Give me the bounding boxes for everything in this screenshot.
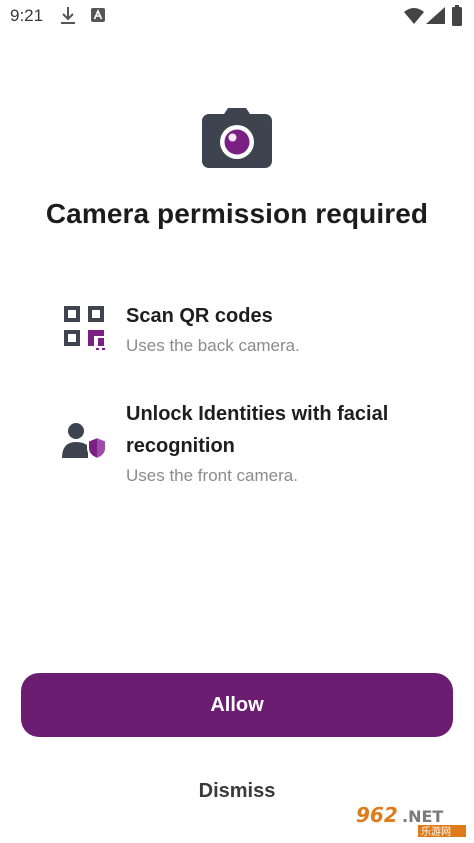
download-icon (60, 6, 76, 31)
status-bar: 9:21 (0, 0, 474, 32)
a-icon (90, 6, 106, 29)
feature-title: Scan QR codes (126, 305, 273, 327)
feature-text: Scan QR codes Uses the back camera. (126, 300, 434, 358)
signal-icon (426, 7, 446, 30)
feature-title: Unlock Identities with facial recognitio… (126, 403, 389, 457)
allow-button[interactable]: Allow (21, 673, 453, 737)
feature-subtitle: Uses the back camera. (126, 336, 300, 355)
wifi-icon (404, 7, 424, 30)
page-title: Camera permission required (45, 198, 429, 229)
status-time: 9:21 (10, 6, 44, 25)
dismiss-button[interactable]: Dismiss (137, 770, 337, 812)
user-shield-icon (62, 422, 108, 467)
feature-text: Unlock Identities with facial recognitio… (126, 398, 434, 488)
qr-code-icon (62, 304, 108, 355)
camera-icon (200, 106, 274, 175)
svg-text:乐游网: 乐游网 (421, 825, 451, 838)
feature-subtitle: Uses the front camera. (126, 466, 298, 485)
battery-icon (451, 5, 463, 32)
svg-text:962: 962 (356, 803, 398, 827)
svg-text:.NET: .NET (402, 807, 443, 826)
watermark-logo: 962 .NET 乐游网 (352, 800, 470, 838)
